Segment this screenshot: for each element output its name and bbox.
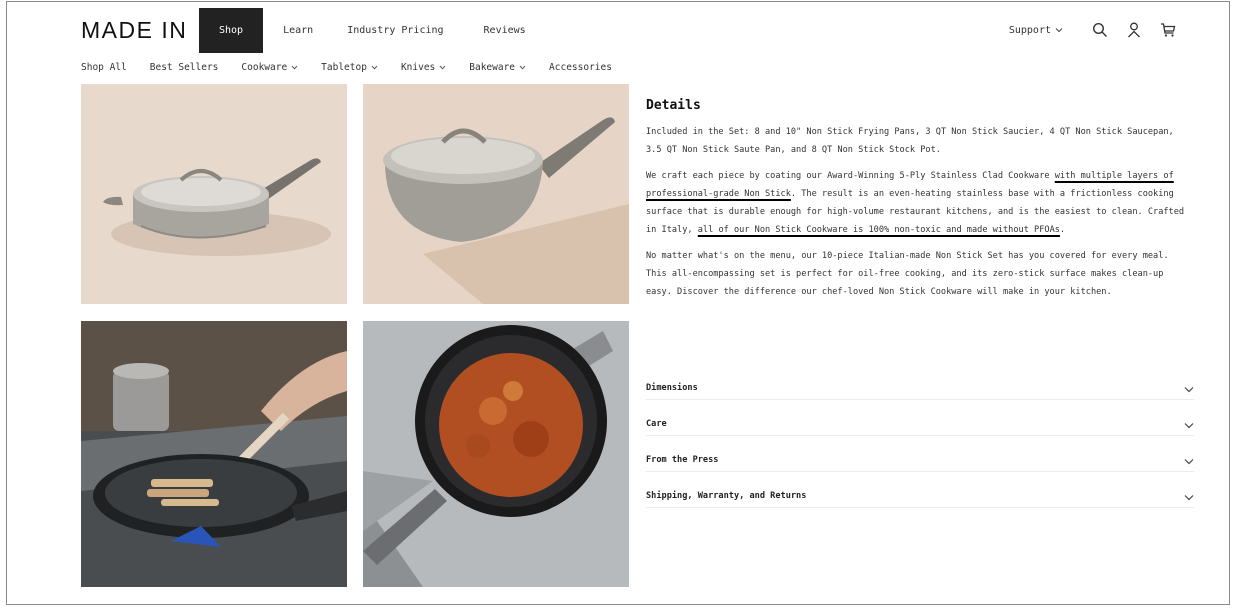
product-details: Details Included in the Set: 8 and 10" N… bbox=[646, 98, 1194, 309]
subnav-cookware[interactable]: Cookware bbox=[241, 62, 298, 73]
product-photo-saucier[interactable] bbox=[363, 84, 629, 304]
subnav-label: Accessories bbox=[549, 62, 612, 73]
subnav-label: Shop All bbox=[81, 62, 127, 73]
nav-tab-learn[interactable]: Learn bbox=[263, 8, 329, 53]
accordion-label: Shipping, Warranty, and Returns bbox=[646, 490, 807, 501]
chevron-down-icon bbox=[1184, 450, 1194, 469]
cart-icon[interactable] bbox=[1157, 19, 1179, 41]
account-icon[interactable] bbox=[1123, 19, 1145, 41]
chevron-down-icon bbox=[1055, 25, 1063, 36]
subnav-knives[interactable]: Knives bbox=[401, 62, 446, 73]
support-menu[interactable]: Support bbox=[1009, 25, 1063, 36]
brand-logo[interactable]: MADE IN bbox=[81, 17, 187, 44]
accordion-label: Care bbox=[646, 418, 667, 429]
details-craft: We craft each piece by coating our Award… bbox=[646, 167, 1194, 239]
subnav-shop-all[interactable]: Shop All bbox=[81, 62, 127, 73]
accordion-label: From the Press bbox=[646, 454, 719, 465]
accordion-label: Dimensions bbox=[646, 382, 698, 393]
search-icon[interactable] bbox=[1089, 19, 1111, 41]
site-header: MADE IN Shop Learn Industry Pricing Revi… bbox=[7, 2, 1229, 56]
subnav-label: Best Sellers bbox=[149, 62, 219, 73]
header-actions: Support bbox=[1009, 14, 1179, 46]
details-craft-text: We craft each piece by coating our Award… bbox=[646, 171, 1055, 181]
subnav-label: Cookware bbox=[241, 62, 288, 73]
category-subnav: Shop All Best Sellers Cookware Tabletop … bbox=[81, 62, 635, 73]
chevron-down-icon bbox=[1184, 414, 1194, 433]
subnav-accessories[interactable]: Accessories bbox=[549, 62, 612, 73]
details-highlight-non-toxic: all of our Non Stick Cookware is 100% no… bbox=[697, 225, 1060, 235]
product-photo-frying-pan-stove[interactable] bbox=[81, 321, 347, 587]
nav-tab-industry-pricing[interactable]: Industry Pricing bbox=[329, 8, 461, 53]
subnav-best-sellers[interactable]: Best Sellers bbox=[150, 62, 219, 73]
chevron-down-icon bbox=[1184, 378, 1194, 397]
chevron-down-icon bbox=[1184, 486, 1194, 505]
subnav-label: Bakeware bbox=[469, 62, 516, 73]
accordion-care[interactable]: Care bbox=[646, 412, 1194, 436]
browser-frame: MADE IN Shop Learn Industry Pricing Revi… bbox=[6, 1, 1230, 605]
nav-tab-reviews[interactable]: Reviews bbox=[462, 8, 548, 53]
details-heading: Details bbox=[646, 98, 701, 113]
accordion-dimensions[interactable]: Dimensions bbox=[646, 376, 1194, 400]
chevron-down-icon bbox=[371, 62, 378, 73]
main-nav: Shop Learn Industry Pricing Reviews bbox=[199, 8, 548, 53]
chevron-down-icon bbox=[291, 62, 298, 73]
details-menu: No matter what's on the menu, our 10-pie… bbox=[646, 251, 1169, 297]
product-photo-pot-sauce[interactable] bbox=[363, 321, 629, 587]
chevron-down-icon bbox=[519, 62, 526, 73]
details-included: Included in the Set: 8 and 10" Non Stick… bbox=[646, 127, 1174, 155]
accordion-shipping-warranty-returns[interactable]: Shipping, Warranty, and Returns bbox=[646, 484, 1194, 508]
accordion-from-the-press[interactable]: From the Press bbox=[646, 448, 1194, 472]
details-craft-text: . bbox=[1059, 225, 1066, 235]
product-photo-saute-pan[interactable] bbox=[81, 84, 347, 304]
subnav-label: Knives bbox=[400, 62, 436, 73]
subnav-tabletop[interactable]: Tabletop bbox=[321, 62, 378, 73]
subnav-bakeware[interactable]: Bakeware bbox=[469, 62, 526, 73]
subnav-label: Tabletop bbox=[321, 62, 367, 73]
support-label: Support bbox=[1008, 24, 1051, 36]
chevron-down-icon bbox=[439, 62, 446, 73]
nav-tab-shop[interactable]: Shop bbox=[199, 8, 264, 53]
